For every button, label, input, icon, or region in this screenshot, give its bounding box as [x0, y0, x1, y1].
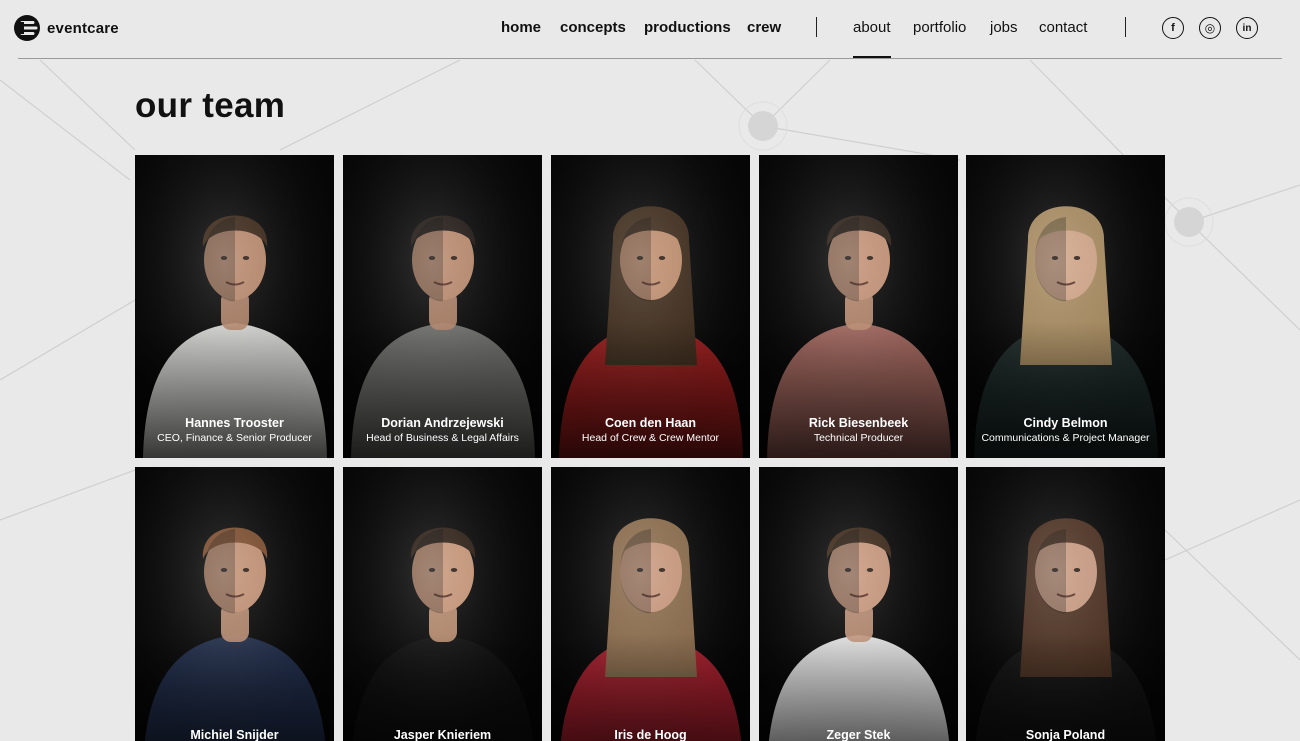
instagram-icon[interactable]: ◎	[1199, 17, 1221, 39]
team-member-name: Jasper Knieriem	[393, 728, 492, 741]
nav-about[interactable]: about	[853, 18, 891, 38]
brand-name: eventcare	[47, 19, 119, 37]
team-member-card[interactable]: Dorian Andrzejewski Head of Business & Le…	[343, 155, 542, 458]
brand-logo[interactable]: eventcare	[13, 13, 119, 43]
team-member-photo	[135, 467, 334, 741]
team-member-photo	[551, 155, 750, 458]
site-header: eventcare home concepts productions crew…	[0, 0, 1300, 59]
facebook-icon[interactable]: f	[1162, 17, 1184, 39]
nav-divider	[816, 17, 817, 37]
team-member-name: Iris de Hoog	[614, 728, 687, 741]
team-member-name: Rick Biesenbeek	[808, 416, 909, 430]
team-member-caption: Dorian Andrzejewski Head of Business & Le…	[343, 416, 542, 445]
team-member-caption: Rick Biesenbeek Technical Producer	[759, 416, 958, 445]
team-member-photo	[343, 155, 542, 458]
team-member-caption: Jasper Knieriem	[343, 728, 542, 741]
team-member-card[interactable]: Coen den Haan Head of Crew & Crew Mentor	[551, 155, 750, 458]
team-member-caption: Zeger Stek	[759, 728, 958, 741]
team-member-card[interactable]: Hannes Trooster CEO, Finance & Senior Pro…	[135, 155, 334, 458]
team-member-photo	[759, 155, 958, 458]
team-member-name: Sonja Poland	[1025, 728, 1106, 741]
team-member-role: Communications & Project Manager	[981, 432, 1150, 444]
team-member-name: Hannes Trooster	[185, 416, 284, 430]
page-title: our team	[135, 86, 286, 125]
linkedin-icon[interactable]: in	[1236, 17, 1258, 39]
eventcare-logo-icon	[14, 15, 40, 41]
team-member-caption: Michiel Snijder	[135, 728, 334, 741]
nav-productions[interactable]: productions	[644, 18, 731, 38]
team-member-name: Cindy Belmon	[1023, 416, 1108, 430]
nav-crew[interactable]: crew	[747, 18, 781, 38]
team-member-card[interactable]: Cindy Belmon Communications & Project Man…	[966, 155, 1165, 458]
team-member-name: Zeger Stek	[826, 728, 891, 741]
nav-portfolio[interactable]: portfolio	[913, 18, 966, 38]
nav-jobs[interactable]: jobs	[990, 18, 1018, 38]
team-member-role: CEO, Finance & Senior Producer	[157, 432, 312, 444]
header-divider	[18, 58, 1282, 59]
team-member-role: Technical Producer	[813, 432, 904, 444]
team-member-role: Head of Business & Legal Affairs	[366, 432, 519, 444]
team-member-name: Michiel Snijder	[190, 728, 279, 741]
team-member-card[interactable]: Jasper Knieriem	[343, 467, 542, 741]
team-member-card[interactable]: Iris de Hoog	[551, 467, 750, 741]
team-member-card[interactable]: Rick Biesenbeek Technical Producer	[759, 155, 958, 458]
nav-contact[interactable]: contact	[1039, 18, 1087, 38]
team-member-caption: Hannes Trooster CEO, Finance & Senior Pro…	[135, 416, 334, 445]
nav-divider	[1125, 17, 1126, 37]
team-member-card[interactable]: Michiel Snijder	[135, 467, 334, 741]
team-member-photo	[343, 467, 542, 741]
team-member-card[interactable]: Zeger Stek	[759, 467, 958, 741]
team-member-photo	[966, 155, 1165, 458]
nav-home[interactable]: home	[501, 18, 541, 38]
team-member-caption: Coen den Haan Head of Crew & Crew Mentor	[551, 416, 750, 445]
team-member-caption: Iris de Hoog	[551, 728, 750, 741]
team-member-name: Dorian Andrzejewski	[381, 416, 504, 430]
team-member-role: Head of Crew & Crew Mentor	[581, 432, 720, 444]
team-member-photo	[135, 155, 334, 458]
page: eventcare home concepts productions crew…	[0, 0, 1300, 741]
team-member-photo	[759, 467, 958, 741]
nav-concepts[interactable]: concepts	[560, 18, 626, 38]
team-member-name: Coen den Haan	[605, 416, 696, 430]
team-member-photo	[966, 467, 1165, 741]
team-member-photo	[551, 467, 750, 741]
team-member-card[interactable]: Sonja Poland	[966, 467, 1165, 741]
team-member-caption: Cindy Belmon Communications & Project Man…	[966, 416, 1165, 445]
team-member-caption: Sonja Poland	[966, 728, 1165, 741]
